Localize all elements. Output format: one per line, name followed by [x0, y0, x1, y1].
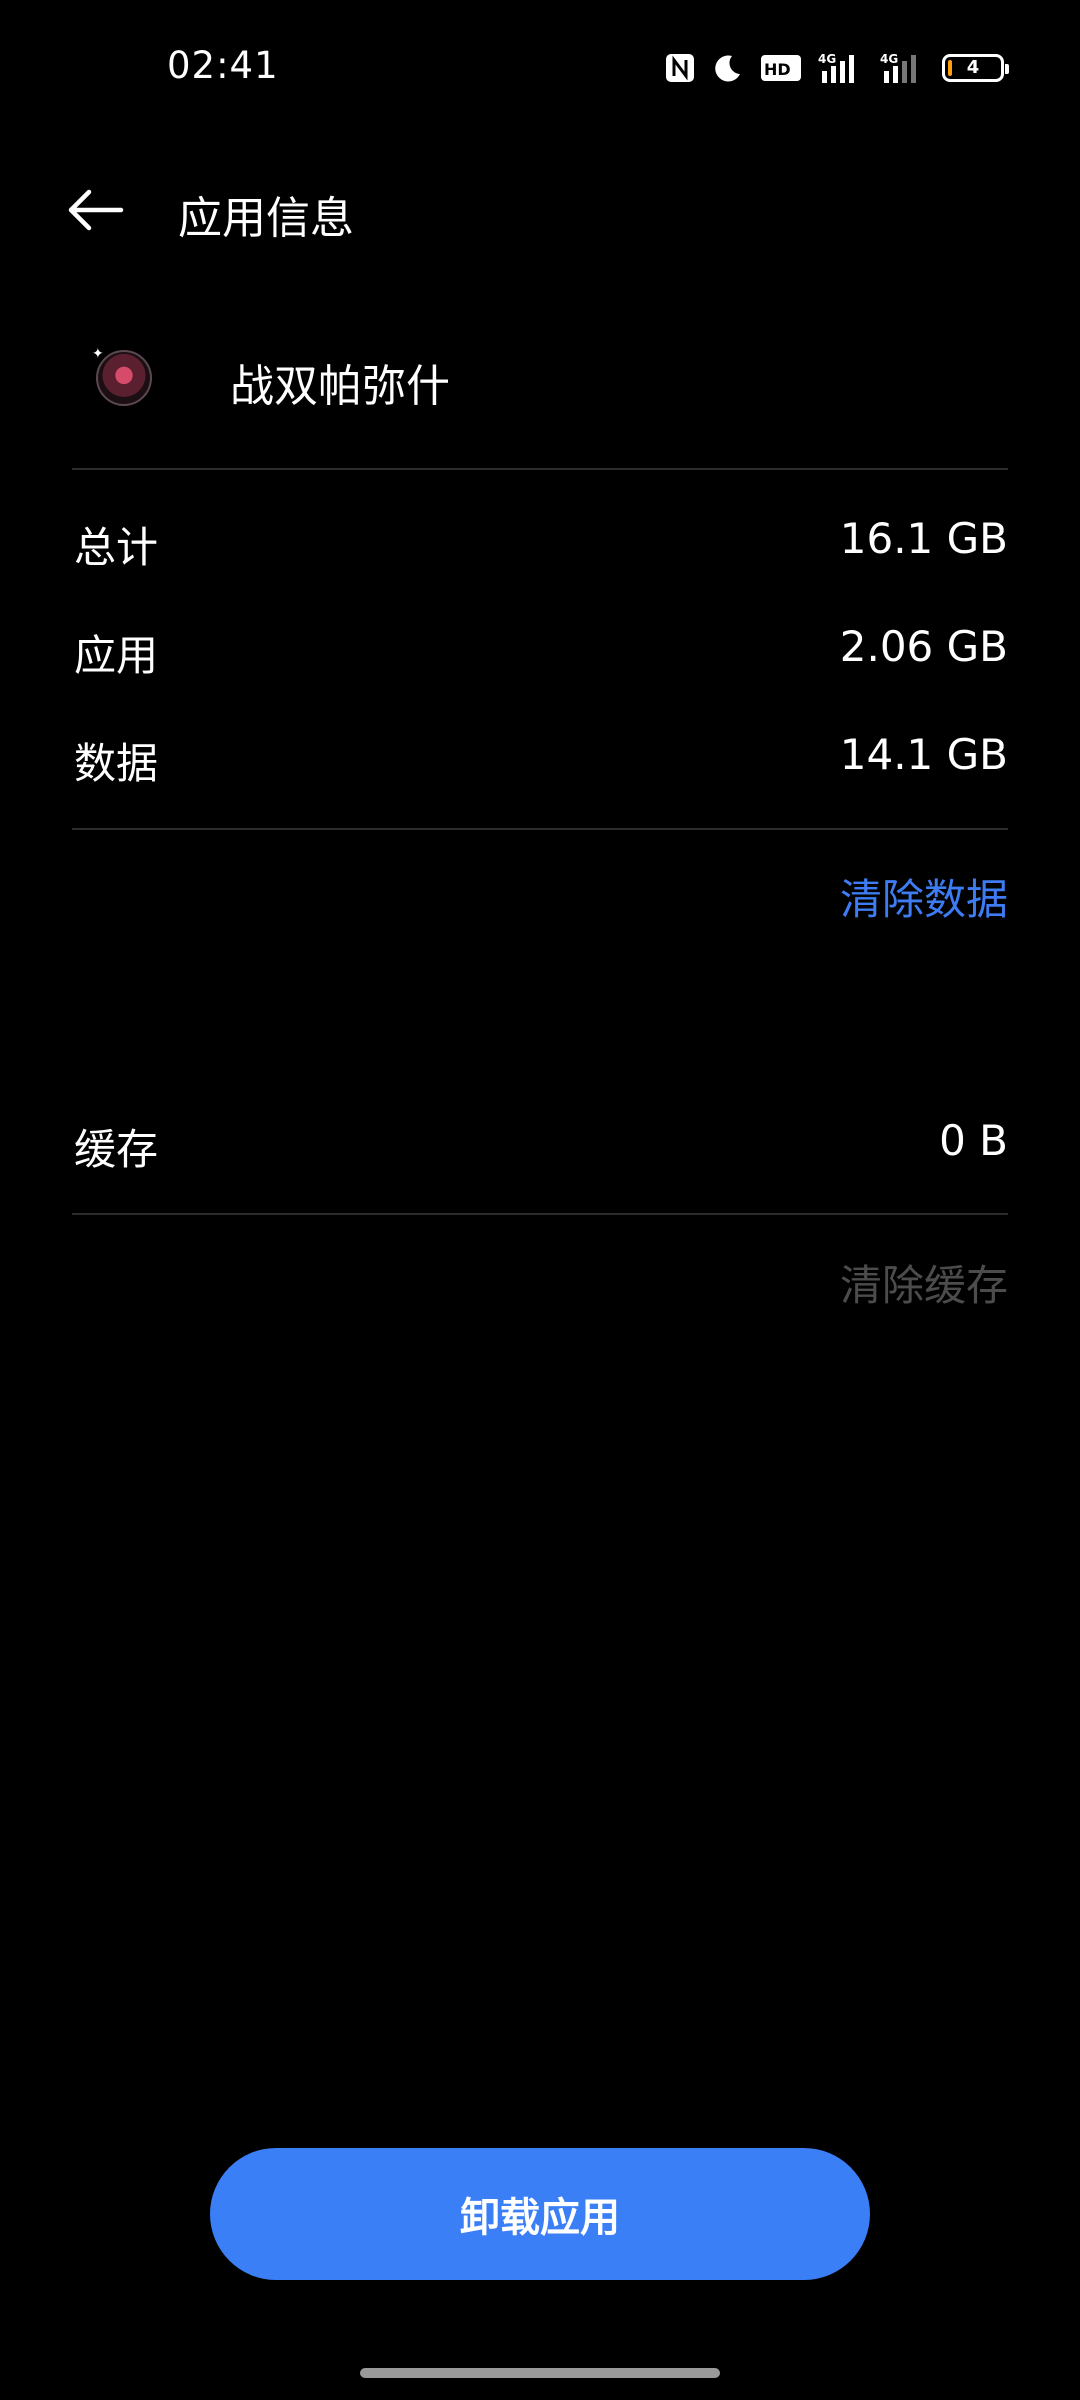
hd-voice-icon: HD — [760, 53, 802, 83]
status-icons: HD 4G 4G 4 — [664, 48, 1009, 88]
storage-data-row: 数据 14.1 GB — [72, 720, 1008, 790]
app-size-value: 2.06 GB — [839, 622, 1008, 671]
sparkle-icon: ✦ — [92, 346, 104, 362]
app-bar: 应用信息 — [0, 160, 1080, 260]
status-time: 02:41 — [167, 44, 279, 87]
status-bar: 02:41 HD 4G 4G 4 — [0, 0, 1080, 130]
cache-value: 0 B — [939, 1116, 1008, 1165]
data-size-label: 数据 — [74, 739, 159, 788]
signal-4g-icon: 4G — [818, 51, 864, 85]
signal-4g-icon: 4G — [880, 51, 926, 85]
divider — [72, 1213, 1008, 1215]
page-title: 应用信息 — [178, 193, 354, 244]
app-name: 战双帕弥什 — [230, 361, 450, 412]
divider — [72, 828, 1008, 830]
app-icon: ✦ — [92, 346, 152, 406]
total-value: 16.1 GB — [839, 514, 1008, 563]
app-summary: ✦ 战双帕弥什 — [72, 330, 1008, 430]
battery-level: 4 — [966, 57, 980, 78]
battery-fill — [948, 60, 952, 76]
storage-total-row: 总计 16.1 GB — [72, 504, 1008, 574]
arrow-left-icon — [68, 189, 124, 231]
back-button[interactable] — [58, 180, 132, 240]
net-label: 4G — [880, 52, 898, 66]
moon-icon — [712, 52, 744, 84]
total-label: 总计 — [74, 523, 159, 572]
divider — [72, 468, 1008, 470]
uninstall-button[interactable]: 卸载应用 — [210, 2148, 870, 2280]
data-size-value: 14.1 GB — [839, 730, 1008, 779]
home-indicator[interactable] — [360, 2368, 720, 2378]
clear-data-button[interactable]: 清除数据 — [840, 866, 1008, 927]
app-size-label: 应用 — [74, 631, 159, 680]
storage-app-row: 应用 2.06 GB — [72, 612, 1008, 682]
cache-row: 缓存 0 B — [72, 1106, 1008, 1176]
clear-cache-button[interactable]: 清除缓存 — [840, 1252, 1008, 1313]
net-label: 4G — [818, 52, 836, 66]
battery-icon: 4 — [942, 54, 1009, 82]
nfc-icon — [664, 52, 696, 84]
hd-label: HD — [764, 60, 791, 79]
cache-label: 缓存 — [74, 1125, 159, 1174]
